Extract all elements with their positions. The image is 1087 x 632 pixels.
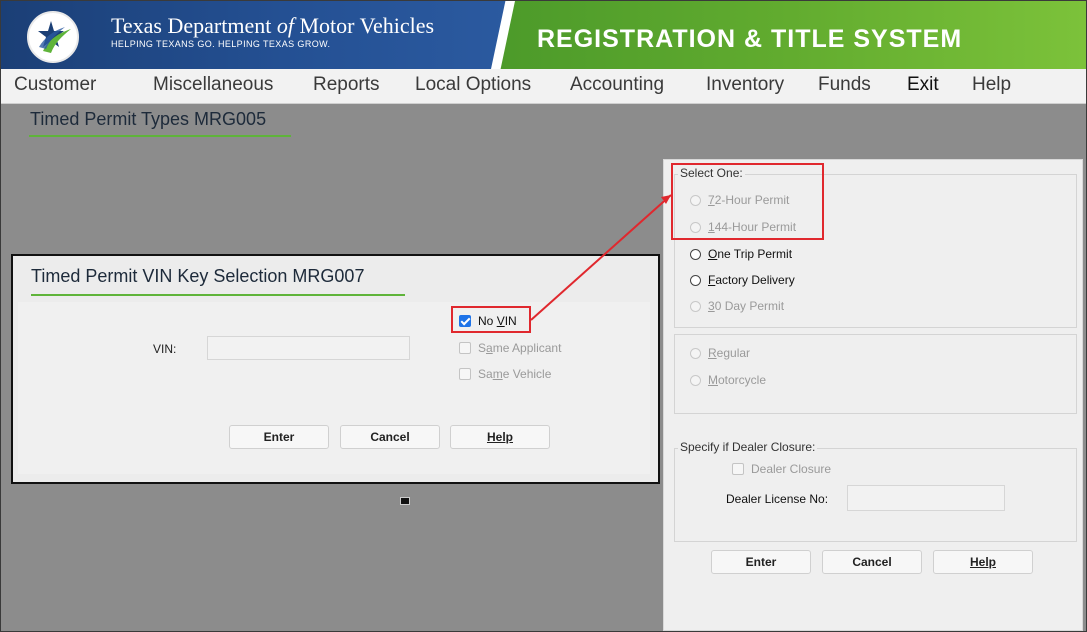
enter-button[interactable]: Enter	[711, 550, 811, 574]
dealer-closure-legend: Specify if Dealer Closure:	[678, 440, 818, 454]
dealer-closure-checkbox[interactable]: Dealer Closure	[732, 462, 831, 476]
vin-input[interactable]	[207, 336, 410, 360]
cancel-button[interactable]: Cancel	[340, 425, 440, 449]
menu-help[interactable]: Help	[972, 74, 1011, 96]
radio-30-day-permit[interactable]: 30 Day Permit	[690, 299, 784, 313]
radio-icon	[690, 274, 701, 286]
menu-exit[interactable]: Exit	[907, 74, 939, 96]
dialog-title: Timed Permit VIN Key Selection MRG007	[31, 266, 365, 286]
same-applicant-label: Same Applicant	[478, 341, 562, 355]
menu-accounting[interactable]: Accounting	[570, 74, 664, 96]
cancel-button[interactable]: Cancel	[822, 550, 922, 574]
menu-miscellaneous[interactable]: Miscellaneous	[153, 74, 273, 96]
radio-icon	[690, 347, 701, 359]
radio-motorcycle[interactable]: Motorcycle	[690, 373, 766, 387]
menu-local-options[interactable]: Local Options	[415, 74, 531, 96]
checkbox-icon	[459, 342, 471, 354]
dialog-body: VIN: No VIN Same Applicant Same Vehicle …	[18, 302, 650, 474]
system-title: REGISTRATION & TITLE SYSTEM	[537, 25, 963, 53]
vin-key-selection-dialog: Timed Permit VIN Key Selection MRG007 VI…	[11, 254, 660, 484]
checkbox-icon	[459, 368, 471, 380]
dealer-license-label: Dealer License No:	[726, 492, 829, 506]
dealer-closure-label: Dealer Closure	[751, 462, 832, 476]
radio-icon	[690, 374, 701, 386]
radio-icon	[690, 300, 701, 312]
enter-button[interactable]: Enter	[229, 425, 329, 449]
star-logo-icon	[27, 11, 79, 63]
header-banner: Texas Department of Motor Vehicles HELPI…	[1, 1, 1086, 69]
vin-label: VIN:	[153, 342, 177, 356]
radio-one-trip-permit[interactable]: One Trip Permit	[690, 247, 792, 261]
help-button[interactable]: Help	[450, 425, 550, 449]
radio-factory-delivery[interactable]: Factory Delivery	[690, 273, 795, 287]
dealer-license-input[interactable]	[847, 485, 1005, 511]
app-window: Texas Department of Motor Vehicles HELPI…	[0, 0, 1087, 632]
menu-reports[interactable]: Reports	[313, 74, 380, 96]
radio-icon	[690, 248, 701, 260]
title-underline	[31, 294, 405, 296]
main-menu-bar: Customer Miscellaneous Reports Local Opt…	[1, 69, 1086, 104]
checkbox-icon	[732, 463, 744, 475]
same-applicant-checkbox[interactable]: Same Applicant	[459, 341, 561, 355]
small-marker	[400, 497, 410, 505]
title-underline	[29, 135, 291, 137]
agency-tagline: HELPING TEXANS GO. HELPING TEXAS GROW.	[111, 39, 331, 49]
highlight-box-no-vin	[451, 306, 531, 333]
menu-inventory[interactable]: Inventory	[706, 74, 784, 96]
help-button[interactable]: Help	[933, 550, 1033, 574]
menu-customer[interactable]: Customer	[14, 74, 96, 96]
radio-regular[interactable]: Regular	[690, 346, 750, 360]
menu-funds[interactable]: Funds	[818, 74, 871, 96]
highlight-box-permit-options	[671, 163, 824, 240]
agency-name: Texas Department of Motor Vehicles	[111, 13, 435, 38]
same-vehicle-checkbox[interactable]: Same Vehicle	[459, 367, 551, 381]
same-vehicle-label: Same Vehicle	[478, 367, 552, 381]
page-title: Timed Permit Types MRG005	[30, 109, 267, 129]
